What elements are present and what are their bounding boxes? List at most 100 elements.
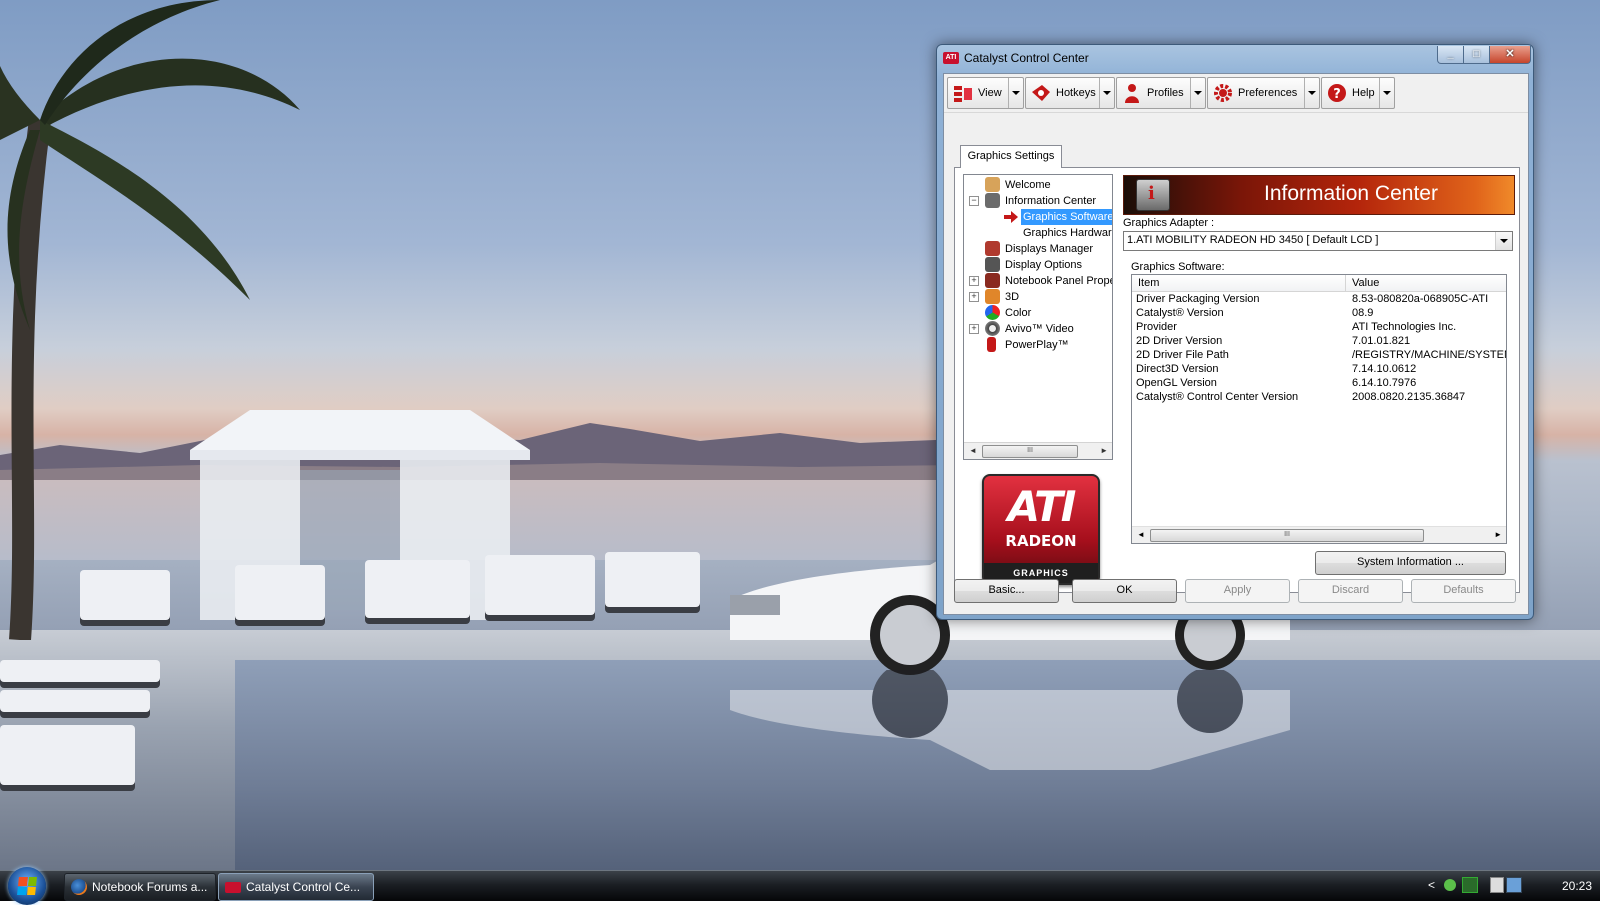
column-header-value[interactable]: Value — [1352, 277, 1379, 289]
scroll-right-icon[interactable]: ► — [1494, 530, 1502, 539]
table-row[interactable]: 2D Driver Version 7.01.01.821 — [1132, 335, 1506, 349]
tab-graphics-settings[interactable]: Graphics Settings — [960, 145, 1062, 168]
color-icon — [985, 305, 1000, 320]
clock[interactable]: 20:23 — [1562, 879, 1592, 893]
tree-item-label: 3D — [1005, 291, 1020, 303]
toolbar-help-main[interactable]: ? Help — [1322, 78, 1375, 108]
minimize-button[interactable]: _ — [1437, 46, 1464, 64]
tree-item-powerplay[interactable]: PowerPlay™ — [964, 337, 1112, 353]
close-button[interactable]: ✕ — [1489, 46, 1531, 64]
toolbar-preferences-dropdown[interactable] — [1304, 78, 1319, 108]
avivo-video-icon — [985, 321, 1000, 336]
table-row[interactable]: Provider ATI Technologies Inc. — [1132, 321, 1506, 335]
tray-expand-chevron-icon[interactable]: < — [1428, 878, 1435, 892]
row-item: Catalyst® Version — [1136, 307, 1224, 319]
scroll-left-icon[interactable]: ◄ — [1137, 530, 1145, 539]
toolbar-view-main[interactable]: View — [948, 78, 1002, 108]
tree-item-displays-manager[interactable]: Displays Manager — [964, 241, 1112, 257]
ati-icon — [225, 882, 241, 893]
expand-icon[interactable]: + — [969, 324, 979, 334]
basic-button[interactable]: Basic... — [954, 579, 1059, 603]
row-value: 7.14.10.0612 — [1352, 363, 1417, 375]
scroll-right-icon[interactable]: ► — [1100, 446, 1108, 455]
wallpaper-lounger — [0, 725, 135, 785]
toolbar-preferences-button[interactable]: Preferences — [1207, 77, 1320, 109]
user-tray-icon[interactable] — [1444, 879, 1456, 891]
display-tray-icon[interactable] — [1506, 877, 1522, 893]
row-value: ATI Technologies Inc. — [1352, 321, 1457, 333]
table-row[interactable]: Driver Packaging Version 8.53-080820a-068… — [1132, 293, 1506, 307]
tree-item-graphics-software[interactable]: Graphics Software — [964, 209, 1112, 225]
maximize-button[interactable]: □ — [1463, 46, 1490, 64]
tree-item-3d[interactable]: + 3D — [964, 289, 1112, 305]
scroll-thumb[interactable]: III — [1150, 529, 1424, 542]
tree-item-display-options[interactable]: Display Options — [964, 257, 1112, 273]
wallpaper-lounger — [485, 555, 595, 615]
expand-icon[interactable]: + — [969, 292, 979, 302]
toolbar-help-button[interactable]: ? Help — [1321, 77, 1395, 109]
list-horizontal-scrollbar[interactable]: ◄ III ► — [1132, 526, 1506, 543]
taskbar-item-firefox[interactable]: Notebook Forums a... — [64, 873, 216, 901]
toolbar-view-dropdown[interactable] — [1008, 78, 1023, 108]
table-row[interactable]: Catalyst® Control Center Version 2008.082… — [1132, 391, 1506, 405]
ok-button[interactable]: OK — [1072, 579, 1177, 603]
tree-item-color[interactable]: Color — [964, 305, 1112, 321]
table-row[interactable]: Direct3D Version 7.14.10.0612 — [1132, 363, 1506, 377]
taskbar-item-label: Notebook Forums a... — [92, 880, 208, 894]
row-item: Catalyst® Control Center Version — [1136, 391, 1299, 403]
scroll-left-icon[interactable]: ◄ — [969, 446, 977, 455]
wallpaper-lounger — [0, 690, 150, 712]
discard-button[interactable]: Discard — [1298, 579, 1403, 603]
toolbar-profiles-dropdown[interactable] — [1190, 78, 1205, 108]
window-title-bar[interactable]: ATI Catalyst Control Center _ □ ✕ — [937, 45, 1533, 71]
column-separator[interactable] — [1345, 275, 1346, 291]
wallpaper-car-reflection — [730, 670, 1290, 770]
taskbar-item-catalyst[interactable]: Catalyst Control Ce... — [218, 873, 374, 901]
row-item: Direct3D Version — [1136, 363, 1219, 375]
tree-item-information-center[interactable]: − Information Center — [964, 193, 1112, 209]
battery-tray-icon[interactable] — [1490, 877, 1504, 893]
column-header-item[interactable]: Item — [1138, 277, 1159, 289]
row-value: 08.9 — [1352, 307, 1374, 319]
row-item: Driver Packaging Version — [1136, 293, 1260, 305]
toolbar-hotkeys-dropdown[interactable] — [1099, 78, 1114, 108]
catalyst-control-center-window: ATI Catalyst Control Center _ □ ✕ View H… — [936, 44, 1534, 620]
toolbar-preferences-main[interactable]: Preferences — [1208, 78, 1297, 108]
view-icon — [954, 86, 972, 102]
toolbar-profiles-main[interactable]: Profiles — [1117, 78, 1184, 108]
scroll-thumb[interactable]: III — [982, 445, 1078, 458]
tree-item-avivo-video[interactable]: + Avivo™ Video — [964, 321, 1112, 337]
row-item: 2D Driver File Path — [1136, 349, 1229, 361]
3d-icon — [985, 289, 1000, 304]
system-tray: < 20:23 — [1428, 871, 1600, 901]
expand-icon[interactable]: + — [969, 276, 979, 286]
ati-logo-radeon: RADEON — [1005, 532, 1077, 550]
tree-item-notebook-panel-properties[interactable]: + Notebook Panel Proper — [964, 273, 1112, 289]
toolbar-hotkeys-button[interactable]: Hotkeys — [1025, 77, 1115, 109]
table-row[interactable]: Catalyst® Version 08.9 — [1132, 307, 1506, 321]
collapse-icon[interactable]: − — [969, 196, 979, 206]
toolbar-hotkeys-main[interactable]: Hotkeys — [1026, 78, 1096, 108]
apply-button[interactable]: Apply — [1185, 579, 1290, 603]
system-information-button[interactable]: System Information ... — [1315, 551, 1506, 575]
tree-item-graphics-hardware[interactable]: Graphics Hardware — [964, 225, 1112, 241]
toolbar-view-button[interactable]: View — [947, 77, 1024, 109]
graphics-software-list: Item Value Driver Packaging Version 8.53-… — [1131, 274, 1507, 544]
table-row[interactable]: OpenGL Version 6.14.10.7976 — [1132, 377, 1506, 391]
toolbar-help-label: Help — [1352, 87, 1375, 99]
network-tray-icon[interactable] — [1462, 877, 1478, 893]
table-row[interactable]: 2D Driver File Path/REGISTRY/MACHINE/SYS… — [1132, 349, 1506, 363]
maximize-icon: □ — [1473, 48, 1480, 60]
start-button[interactable] — [8, 867, 46, 905]
graphics-settings-panel: Welcome − Information Center Graphics So… — [954, 167, 1520, 593]
graphics-adapter-select[interactable]: 1.ATI MOBILITY RADEON HD 3450 [ Default … — [1123, 231, 1513, 251]
tree-horizontal-scrollbar[interactable]: ◄ III ► — [964, 442, 1112, 459]
toolbar-help-dropdown[interactable] — [1379, 78, 1394, 108]
chevron-down-icon[interactable] — [1495, 232, 1512, 250]
tree-item-welcome[interactable]: Welcome — [964, 177, 1112, 193]
toolbar-profiles-button[interactable]: Profiles — [1116, 77, 1206, 109]
tree-item-label: Display Options — [1005, 259, 1083, 271]
defaults-button[interactable]: Defaults — [1411, 579, 1516, 603]
row-item: Provider — [1136, 321, 1177, 333]
tree-item-label: Information Center — [1005, 195, 1097, 207]
